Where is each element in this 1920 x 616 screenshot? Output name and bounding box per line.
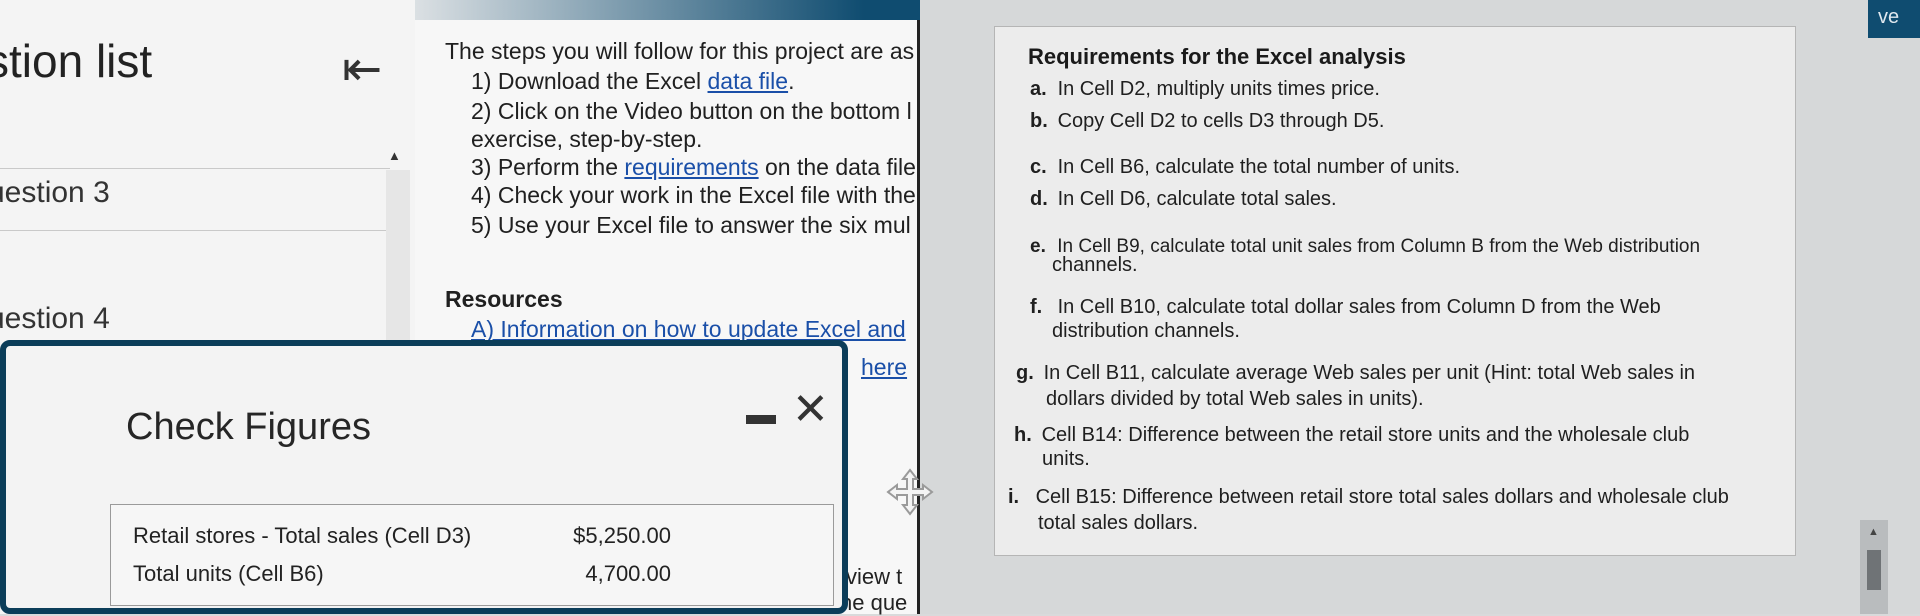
data-file-link[interactable]: data file — [708, 68, 789, 94]
view-text-fragment: view t — [846, 564, 903, 589]
requirement-i-cont: total sales dollars. — [1038, 512, 1199, 534]
list-divider — [0, 230, 390, 231]
dialog-title: Check Figures — [126, 406, 371, 448]
requirement-i: i. Cell B15: Difference between retail s… — [1008, 486, 1729, 508]
check-figures-table: Retail stores - Total sales (Cell D3) $5… — [110, 504, 834, 606]
question-item-3[interactable]: uestion 3 — [0, 176, 110, 210]
scroll-up-icon[interactable]: ▲ — [388, 148, 401, 163]
step-2-cont: exercise, step-by-step. — [471, 126, 703, 152]
requirements-link[interactable]: requirements — [624, 154, 758, 180]
requirement-c: c. In Cell B6, calculate the total numbe… — [1030, 156, 1461, 178]
step-2: 2) Click on the Video button on the bott… — [471, 98, 912, 124]
collapse-left-icon[interactable]: ⇤ — [342, 46, 382, 94]
requirement-g-cont: dollars divided by total Web sales in un… — [1046, 388, 1424, 410]
step-5: 5) Use your Excel file to answer the six… — [471, 212, 911, 238]
requirement-h-cont: units. — [1042, 448, 1090, 470]
resource-link[interactable]: A) Information on how to update Excel an… — [471, 316, 906, 343]
here-link[interactable]: here — [861, 354, 907, 381]
figure-row-value: $5,250.00 — [573, 523, 671, 548]
scrollbar[interactable] — [386, 170, 410, 350]
list-divider — [0, 168, 390, 169]
requirement-h: h. Cell B14: Difference between the reta… — [1014, 424, 1690, 446]
save-button[interactable]: ve — [1868, 0, 1920, 38]
requirements-title: Requirements for the Excel analysis — [1028, 44, 1406, 69]
side-scrollbar[interactable]: ▲ — [1860, 520, 1888, 614]
steps-intro: The steps you will follow for this proje… — [445, 38, 915, 64]
minimize-icon[interactable]: ▬ — [746, 398, 776, 432]
requirement-f-cont: distribution channels. — [1052, 320, 1240, 342]
step-1: 1) Download the Excel data file. — [471, 68, 795, 94]
scroll-up-icon[interactable]: ▲ — [1868, 526, 1879, 538]
step-3: 3) Perform the requirements on the data … — [471, 154, 916, 180]
requirement-e-cont: channels. — [1052, 254, 1138, 276]
resources-title: Resources — [445, 286, 563, 312]
question-list-title: stion list — [0, 35, 153, 87]
figure-row-label: Retail stores - Total sales (Cell D3) — [133, 523, 472, 548]
check-figures-dialog: Check Figures ▬ ✕ Retail stores - Total … — [0, 340, 848, 614]
question-text-fragment: he que — [840, 590, 908, 615]
step-4: 4) Check your work in the Excel file wit… — [471, 182, 916, 208]
requirements-box — [994, 26, 1796, 556]
requirement-b: b. Copy Cell D2 to cells D3 through D5. — [1030, 110, 1385, 132]
requirement-f: f. In Cell B10, calculate total dollar s… — [1030, 296, 1661, 318]
scrollbar-thumb[interactable] — [1867, 550, 1881, 590]
figure-row-value: 4,700.00 — [585, 561, 671, 586]
requirement-a: a. In Cell D2, multiply units times pric… — [1030, 78, 1380, 100]
requirement-g: g. In Cell B11, calculate average Web sa… — [1016, 362, 1696, 384]
requirement-d: d. In Cell D6, calculate total sales. — [1030, 188, 1337, 210]
question-item-4[interactable]: uestion 4 — [0, 302, 110, 336]
close-icon[interactable]: ✕ — [792, 388, 829, 432]
move-icon[interactable] — [886, 468, 934, 516]
figure-row-label: Total units (Cell B6) — [133, 561, 324, 586]
